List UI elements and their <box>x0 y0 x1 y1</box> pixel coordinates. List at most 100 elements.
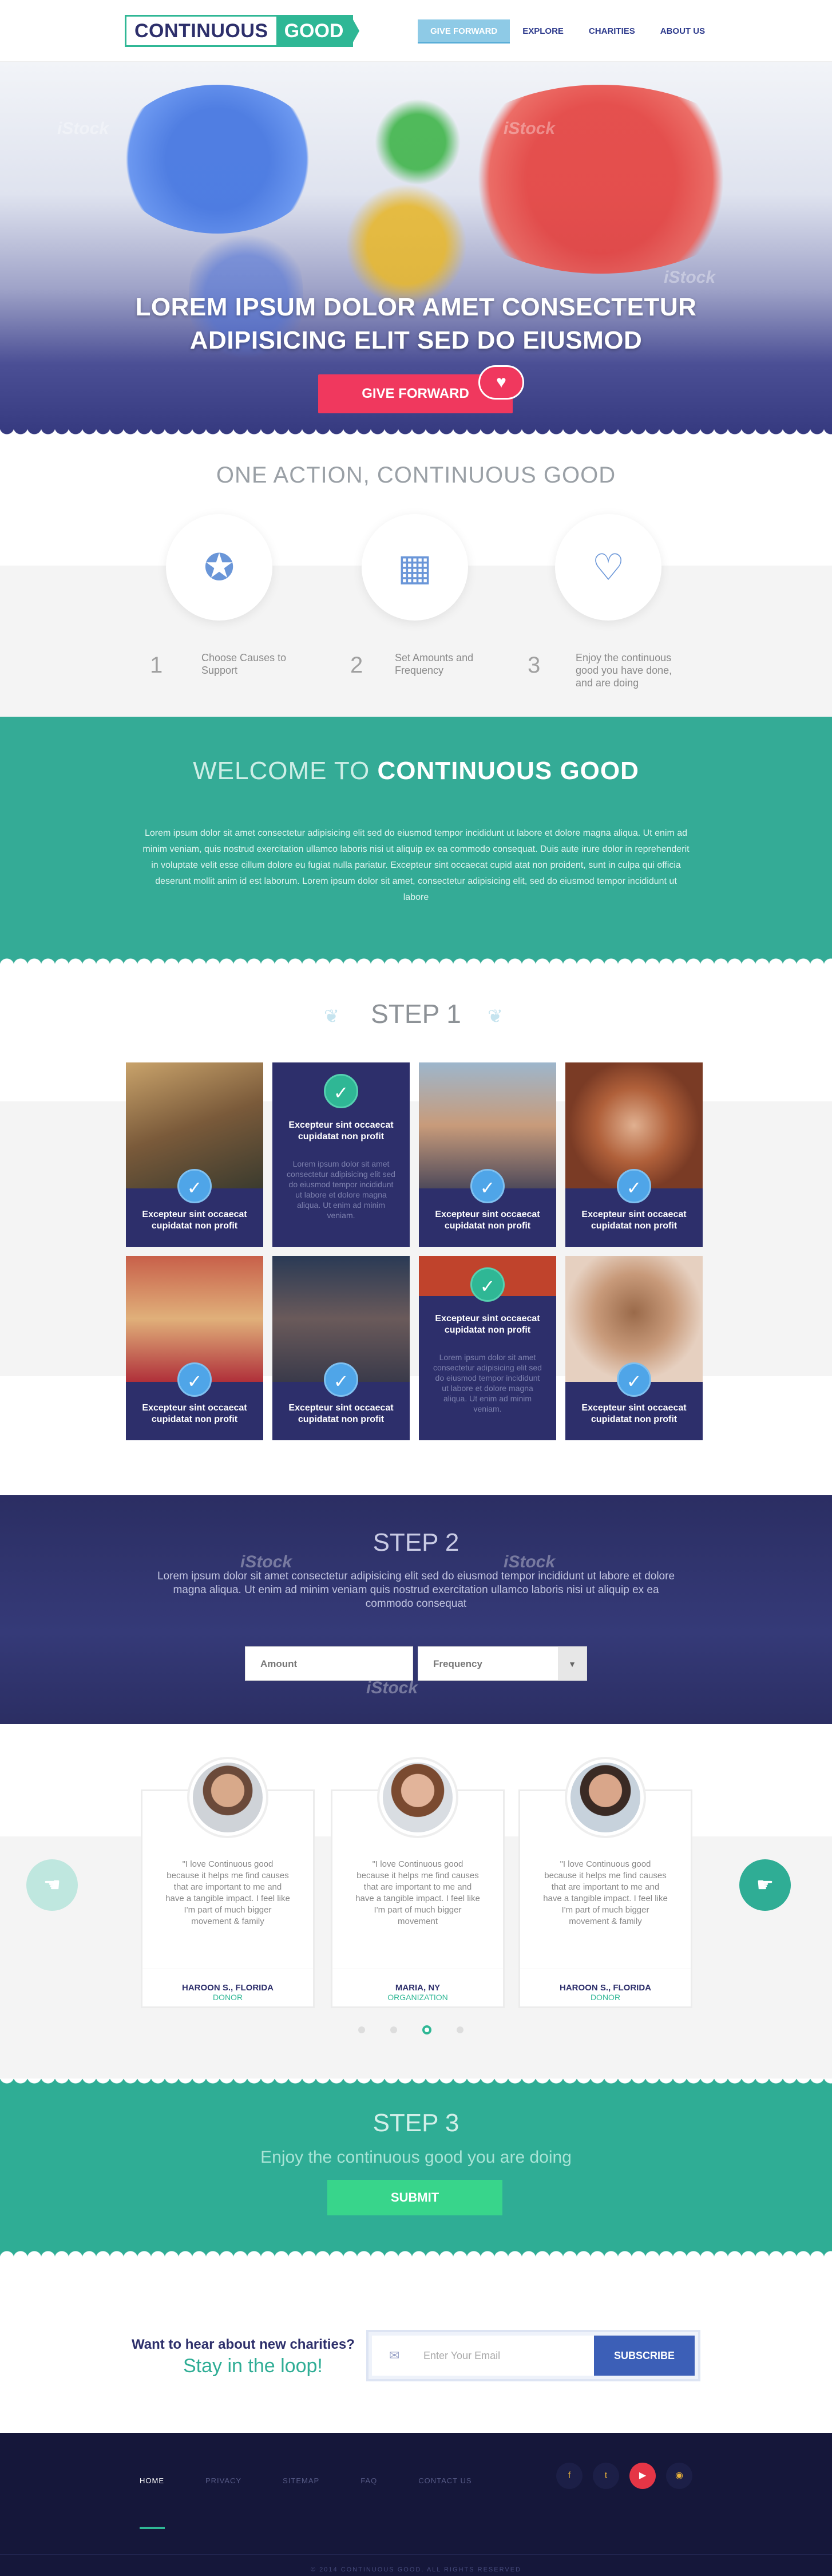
cause-title: Excepteur sint occaecat cupidatat non pr… <box>288 1403 394 1424</box>
step-text: Enjoy the continuous good you have done,… <box>576 652 672 689</box>
testimonial-card: "I love Continuous good because it helps… <box>518 1757 692 2008</box>
step2-body: Lorem ipsum dolor sit amet consectetur a… <box>157 1570 675 1610</box>
testimonial-name: HAROON S., FLORIDA <box>520 1969 691 1993</box>
testimonial-card: "I love Continuous good because it helps… <box>331 1757 505 2008</box>
footer-link-faq[interactable]: FAQ <box>360 2476 377 2485</box>
footer-link-sitemap[interactable]: SITEMAP <box>283 2476 319 2485</box>
footer-link-home[interactable]: HOME <box>140 2476 164 2485</box>
wave-divider <box>0 2079 832 2089</box>
youtube-icon[interactable]: ▶ <box>629 2463 656 2489</box>
cause-title: Excepteur sint occaecat cupidatat non pr… <box>435 1314 540 1335</box>
nav-charities[interactable]: CHARITIES <box>576 19 648 44</box>
check-icon: ✓ <box>177 1362 212 1397</box>
envelope-icon: ✉ <box>389 2348 400 2362</box>
logo[interactable]: CONTINUOUS GOOD <box>125 15 360 47</box>
cause-card-expanded[interactable]: ✓ Excepteur sint occaecat cupidatat non … <box>419 1256 556 1440</box>
footer-link-privacy[interactable]: PRIVACY <box>205 2476 241 2485</box>
site-header: CONTINUOUS GOOD GIVE FORWARD EXPLORE CHA… <box>0 0 832 62</box>
prev-arrow-icon[interactable]: ☚ <box>26 1859 78 1911</box>
cause-card[interactable]: ✓ Excepteur sint occaecat cupidatat non … <box>419 1062 556 1247</box>
newsletter-subheading: Stay in the loop! <box>183 2355 323 2377</box>
testimonial-role: ORGANIZATION <box>387 1993 448 2002</box>
step-number: 3 <box>528 653 541 678</box>
welcome-title: WELCOME TO CONTINUOUS GOOD <box>0 757 832 785</box>
submit-button[interactable]: SUBMIT <box>327 2180 502 2215</box>
rss-icon[interactable]: ◉ <box>666 2463 692 2489</box>
step-circle: ✪ <box>166 514 272 621</box>
subscribe-button[interactable]: SUBSCRIBE <box>594 2336 695 2376</box>
wave-divider <box>0 2246 832 2257</box>
calendar-icon: ▦ <box>397 546 433 588</box>
check-icon: ✓ <box>324 1362 358 1397</box>
amount-input[interactable]: Amount <box>245 1646 413 1681</box>
watermark: iStock <box>664 268 716 287</box>
carousel-dot[interactable] <box>390 2026 397 2033</box>
hero-title-line1: LOREM IPSUM DOLOR AMET CONSECTETUR <box>135 293 697 321</box>
step3-section: STEP 3 Enjoy the continuous good you are… <box>0 2079 832 2257</box>
check-icon: ✓ <box>470 1267 505 1302</box>
cause-card[interactable]: ✓ Excepteur sint occaecat cupidatat non … <box>126 1062 263 1247</box>
logo-text-right: GOOD <box>276 17 360 45</box>
welcome-title-light: WELCOME TO <box>193 757 370 785</box>
facebook-icon[interactable]: f <box>556 2463 583 2489</box>
hero-title-line2: ADIPISICING ELIT SED DO EIUSMOD <box>189 326 643 354</box>
testimonial-quote: "I love Continuous good because it helps… <box>543 1859 668 1926</box>
testimonial-card: "I love Continuous good because it helps… <box>141 1757 315 2008</box>
step-text: Choose Causes to Support <box>201 652 287 676</box>
site-footer: HOME PRIVACY SITEMAP FAQ CONTACT US f t … <box>0 2433 832 2576</box>
laurel-right-icon: ❦ <box>488 1006 503 1026</box>
heart-icon: ♥ <box>478 365 524 400</box>
avatar <box>565 1757 646 1838</box>
subscribe-form: ✉ Enter Your Email SUBSCRIBE <box>366 2330 700 2381</box>
wave-divider <box>0 953 832 965</box>
main-nav: GIVE FORWARD EXPLORE CHARITIES ABOUT US <box>418 19 718 44</box>
copyright: © 2014 CONTINUOUS GOOD. ALL RIGHTS RESER… <box>0 2554 832 2576</box>
footer-link-contact[interactable]: CONTACT US <box>418 2476 472 2485</box>
step-circle: ▦ <box>362 514 468 621</box>
twitter-icon[interactable]: t <box>593 2463 619 2489</box>
badge-check-icon: ✪ <box>204 546 235 588</box>
carousel-dot[interactable] <box>358 2026 365 2033</box>
testimonial-quote: "I love Continuous good because it helps… <box>355 1859 480 1926</box>
welcome-body: Lorem ipsum dolor sit amet consectetur a… <box>142 828 690 902</box>
email-input[interactable]: ✉ Enter Your Email <box>372 2336 595 2376</box>
carousel-dot-active[interactable] <box>422 2025 431 2034</box>
testimonial-role: DONOR <box>590 1993 621 2002</box>
step2-section: iStock iStock iStock STEP 2 Lorem ipsum … <box>0 1495 832 1724</box>
how-it-works-section: ONE ACTION, CONTINUOUS GOOD ✪ ▦ ♡ 1 Choo… <box>0 440 832 717</box>
cause-title: Excepteur sint occaecat cupidatat non pr… <box>142 1403 247 1424</box>
cause-card[interactable]: ✓ Excepteur sint occaecat cupidatat non … <box>565 1256 703 1440</box>
nav-give-forward[interactable]: GIVE FORWARD <box>418 19 510 44</box>
carousel-dot[interactable] <box>457 2026 463 2033</box>
check-icon: ✓ <box>617 1362 651 1397</box>
cause-title: Excepteur sint occaecat cupidatat non pr… <box>288 1120 394 1141</box>
cause-card-expanded[interactable]: ✓ Excepteur sint occaecat cupidatat non … <box>272 1062 410 1247</box>
heart-plus-icon: ♡ <box>592 546 625 588</box>
welcome-title-bold: CONTINUOUS GOOD <box>377 757 639 785</box>
logo-text-left: CONTINUOUS <box>126 17 276 45</box>
watermark: iStock <box>366 1678 418 1697</box>
step1-section: ❦ STEP 1 ❦ ✓ Excepteur sint occaecat cup… <box>0 964 832 1495</box>
cause-card[interactable]: ✓ Excepteur sint occaecat cupidatat non … <box>565 1062 703 1247</box>
nav-about-us[interactable]: ABOUT US <box>648 19 718 44</box>
cause-card[interactable]: ✓ Excepteur sint occaecat cupidatat non … <box>126 1256 263 1440</box>
newsletter-heading: Want to hear about new charities? <box>132 2337 355 2352</box>
step-circle: ♡ <box>555 514 661 621</box>
cause-card[interactable]: ✓ Excepteur sint occaecat cupidatat non … <box>272 1256 410 1440</box>
testimonial-name: HAROON S., FLORIDA <box>142 1969 313 1993</box>
section-title: ONE ACTION, CONTINUOUS GOOD <box>216 463 616 488</box>
frequency-select[interactable]: Frequency ▼ <box>418 1646 587 1681</box>
next-arrow-icon[interactable]: ☛ <box>739 1859 791 1911</box>
wave-divider <box>0 429 832 440</box>
social-links: f t ▶ ◉ <box>556 2463 692 2489</box>
step-text: Set Amounts and Frequency <box>395 652 474 676</box>
email-placeholder: Enter Your Email <box>423 2350 501 2361</box>
frequency-label: Frequency <box>433 1658 482 1669</box>
footer-nav: HOME PRIVACY SITEMAP FAQ CONTACT US <box>140 2476 513 2485</box>
hero-section: iStock iStock iStock LOREM IPSUM DOLOR A… <box>0 62 832 440</box>
cause-title: Excepteur sint occaecat cupidatat non pr… <box>581 1403 687 1424</box>
nav-explore[interactable]: EXPLORE <box>510 19 576 44</box>
watermark: iStock <box>57 119 109 138</box>
step3-title: STEP 3 <box>373 2109 459 2137</box>
step-number: 2 <box>350 653 363 678</box>
